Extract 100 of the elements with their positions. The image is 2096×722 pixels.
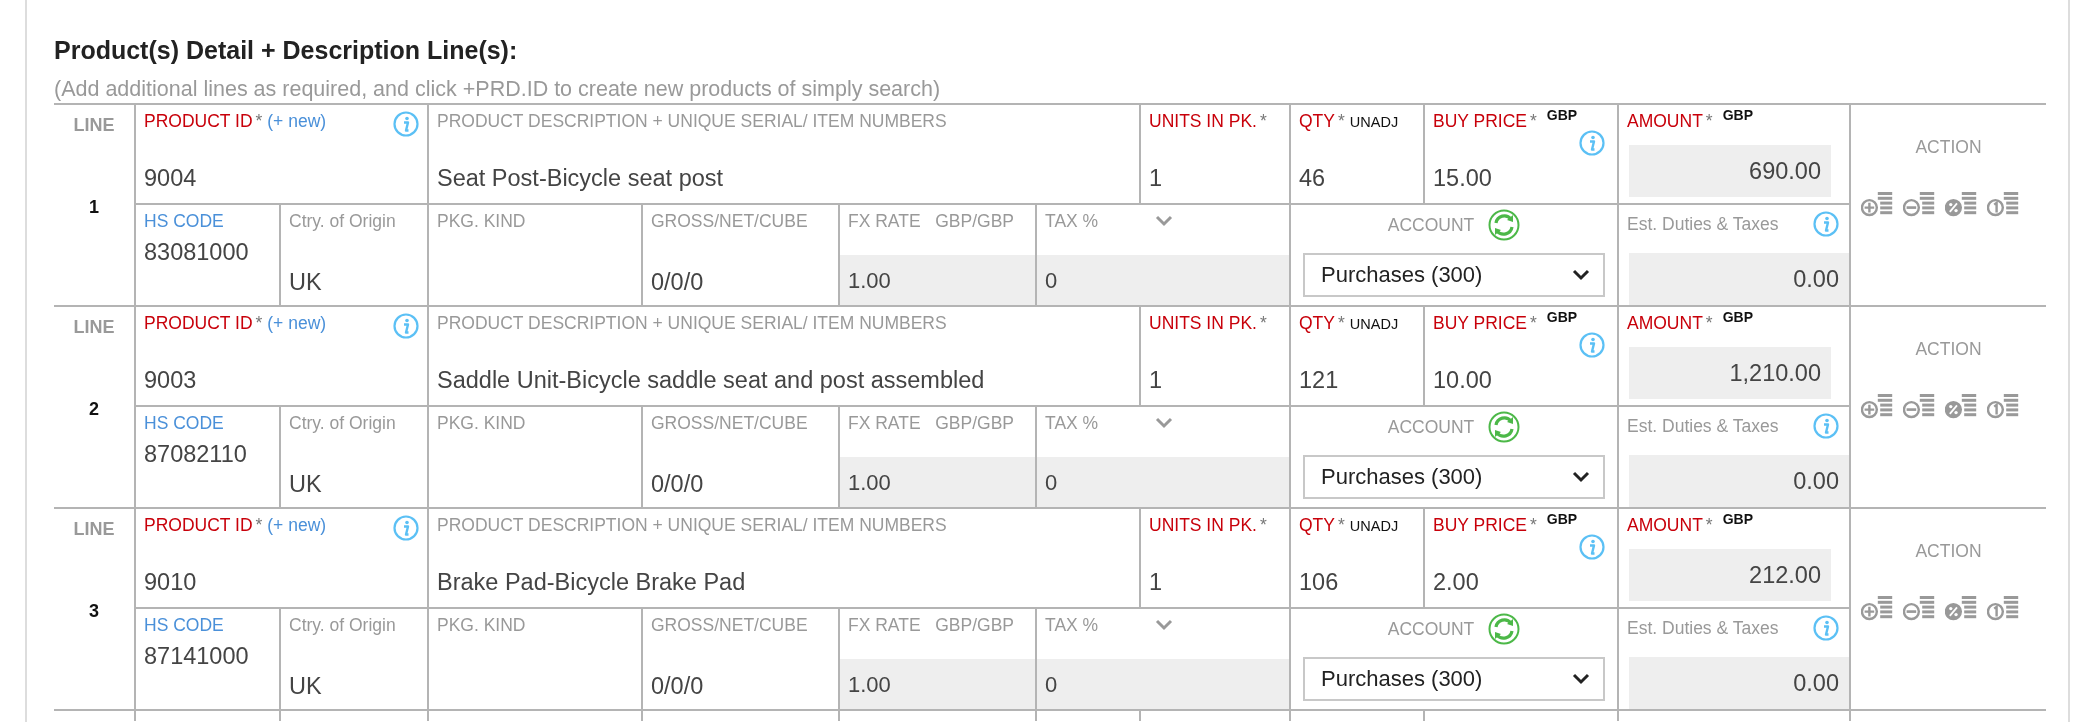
hs-code-label: HS CODE [144,413,225,433]
line-label: LINE [73,519,115,539]
amount-value: 690.00 [1629,145,1831,197]
qty-value: 46 [1299,165,1327,193]
info-icon[interactable] [1813,615,1839,641]
action-label: ACTION [1914,541,1983,561]
column-label: UNITS IN PK. [1149,515,1257,535]
chevron-down-icon [1571,672,1591,686]
unit-label: UNADJ [1349,316,1399,332]
action-label: ACTION [1914,339,1983,359]
currency-pair: GBP/GBP [935,413,1014,433]
required-mark: * [1338,515,1345,535]
product-id-label: PRODUCT ID [144,313,253,333]
gross-value: 0/0/0 [651,673,705,701]
required-mark: * [1530,111,1537,131]
description-value: Seat Post-Bicycle seat post [437,165,725,193]
column-label: AMOUNT [1627,111,1703,131]
column-label: Ctry. of Origin [289,211,397,231]
info-icon[interactable] [1579,332,1605,358]
required-mark: * [255,111,263,131]
column-label: FX RATE [848,413,921,433]
column-label: FX RATE [848,615,921,635]
info-icon[interactable] [1579,130,1605,156]
description-value: Brake Pad-Bicycle Brake Pad [437,569,747,597]
unit-label: UNADJ [1349,518,1399,534]
column-label: Ctry. of Origin [289,413,397,433]
currency-label: GBP [1546,511,1578,527]
buy-price-value: 15.00 [1433,165,1493,193]
refresh-icon[interactable] [1488,613,1521,645]
chevron-down-icon[interactable] [1154,618,1175,632]
line-label: LINE [73,317,115,337]
column-label: AMOUNT [1627,313,1703,333]
fx-rate-value: 1.00 [840,457,1035,507]
tax-value: 0 [1037,659,1289,709]
description-value: Saddle Unit-Bicycle saddle seat and post assembled [437,367,986,395]
origin-value: UK [289,471,323,499]
column-label: GROSS/NET/CUBE [651,211,809,231]
column-label: Est. Duties & Taxes [1627,416,1779,436]
currency-pair: GBP/GBP [935,211,1014,231]
required-mark: * [1338,313,1345,333]
required-mark: * [1705,111,1713,131]
hs-code-value: 87141000 [144,643,250,671]
units-value: 1 [1149,367,1164,395]
currency-label: GBP [1546,107,1578,123]
amount-value: 212.00 [1629,549,1831,601]
origin-value: UK [289,673,323,701]
chevron-down-icon[interactable] [1154,416,1175,430]
column-label: Est. Duties & Taxes [1627,214,1779,234]
line-number: 3 [89,601,99,622]
info-icon[interactable] [393,111,419,137]
hs-code-value: 87082110 [144,441,248,469]
unit-label: UNADJ [1349,114,1399,130]
hs-code-value: 83081000 [144,239,250,267]
column-label: BUY PRICE [1433,313,1527,333]
required-mark: * [1259,313,1267,333]
units-value: 1 [1149,165,1164,193]
required-mark: * [255,313,263,333]
column-label: PKG. KIND [437,413,527,433]
hs-code-label: HS CODE [144,615,225,635]
column-label: FX RATE [848,211,921,231]
buy-price-value: 10.00 [1433,367,1493,395]
column-label: PRODUCT DESCRIPTION + UNIQUE SERIAL/ ITEM NUMBERS [437,515,948,535]
line-number: 2 [89,399,99,420]
info-icon[interactable] [1579,534,1605,560]
column-label: PKG. KIND [437,211,527,231]
account-label: ACCOUNT [1387,215,1475,235]
duties-value: 0.00 [1629,657,1849,709]
product-id-value: 9010 [144,569,198,597]
info-icon[interactable] [393,515,419,541]
column-label: PKG. KIND [437,615,527,635]
duties-value: 0.00 [1629,455,1849,507]
column-label: Ctry. of Origin [289,615,397,635]
column-label: AMOUNT [1627,515,1703,535]
info-icon[interactable] [1813,211,1839,237]
product-id-label: PRODUCT ID [144,111,253,131]
required-mark: * [1530,515,1537,535]
account-dropdown[interactable]: Purchases (300) [1303,657,1605,701]
line-label: LINE [73,115,115,135]
column-label: UNITS IN PK. [1149,313,1257,333]
info-icon[interactable] [393,313,419,339]
required-mark: * [1259,515,1267,535]
required-mark: * [1705,313,1713,333]
currency-pair: GBP/GBP [935,615,1014,635]
account-dropdown[interactable]: Purchases (300) [1303,253,1605,297]
info-icon[interactable] [1813,413,1839,439]
refresh-icon[interactable] [1488,209,1521,241]
required-mark: * [1338,111,1345,131]
column-label: Est. Duties & Taxes [1627,618,1779,638]
account-dropdown[interactable]: Purchases (300) [1303,455,1605,499]
units-value: 1 [1149,569,1164,597]
buy-price-value: 2.00 [1433,569,1480,597]
required-mark: * [1705,515,1713,535]
refresh-icon[interactable] [1488,411,1521,443]
chevron-down-icon[interactable] [1154,214,1175,228]
section-title: Product(s) Detail + Description Line(s): [54,36,519,64]
column-label: QTY [1299,111,1335,131]
chevron-down-icon [1571,268,1591,282]
chevron-down-icon [1571,470,1591,484]
duties-value: 0.00 [1629,253,1849,305]
hint-text: (Add additional lines as required, and click +PRD.ID to create new products of simply search) [54,78,942,103]
